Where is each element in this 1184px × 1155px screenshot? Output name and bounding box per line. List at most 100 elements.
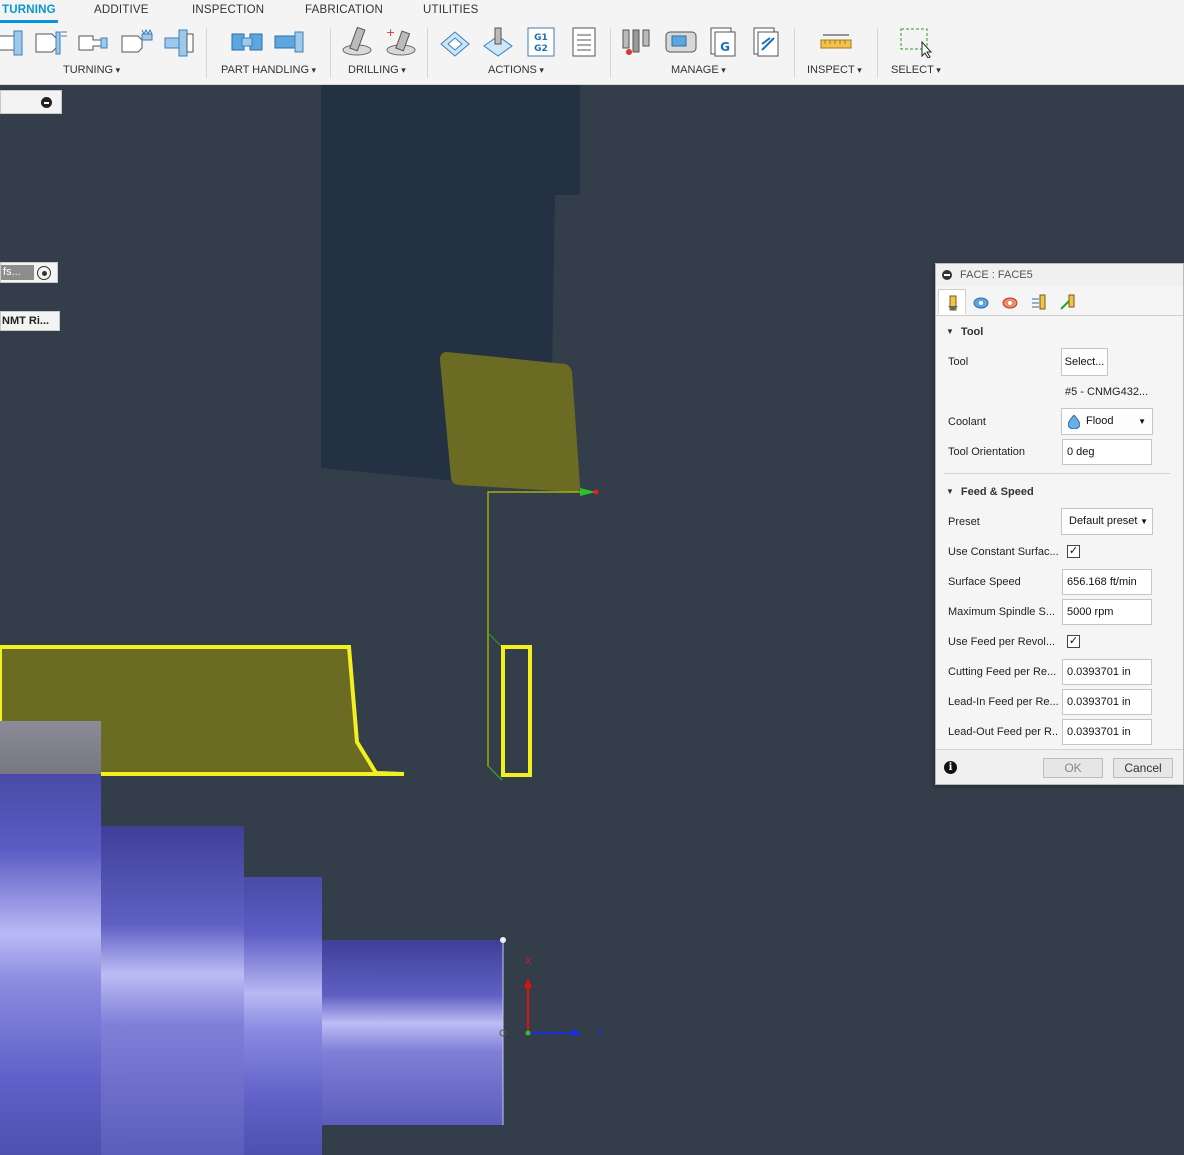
setup-sheet-icon[interactable]	[567, 26, 601, 58]
turning-face-icon[interactable]	[34, 26, 68, 58]
group-label-manage[interactable]: MANAGE	[671, 64, 726, 76]
ok-button[interactable]: OK	[1043, 758, 1103, 778]
tool-library-icon[interactable]	[621, 26, 655, 58]
feed-per-revolution-checkbox[interactable]: ✓	[1067, 635, 1080, 648]
tab-turning[interactable]: TURNING	[2, 4, 56, 16]
tool-orientation-input[interactable]: 0 deg	[1062, 439, 1152, 465]
water-drop-icon	[1068, 415, 1080, 429]
turning-thread-icon[interactable]	[120, 26, 154, 58]
post-library-icon[interactable]: G	[707, 26, 741, 58]
info-icon[interactable]: i	[944, 761, 957, 774]
lead-in-path	[487, 632, 503, 648]
dialog-tabs	[936, 286, 1183, 316]
geometry-tab-icon	[973, 297, 989, 309]
tool-orientation-label: Tool Orientation	[948, 446, 1026, 458]
machine-library-icon[interactable]	[664, 26, 698, 58]
max-spindle-speed-input[interactable]: 5000 rpm	[1062, 599, 1152, 625]
max-spindle-speed-label: Maximum Spindle S...	[948, 606, 1055, 618]
turning-part-icon[interactable]	[163, 26, 197, 58]
passes-tab[interactable]	[1025, 289, 1053, 315]
radio-dot	[41, 270, 47, 276]
dropdown-arrow-icon: ▼	[1138, 417, 1146, 426]
generate-icon[interactable]	[481, 26, 515, 58]
section-feed-speed[interactable]: Feed & Speed	[946, 486, 1034, 498]
svg-text:+: +	[386, 26, 395, 39]
group-label-actions[interactable]: ACTIONS	[488, 64, 544, 76]
browser-panel-collapsed[interactable]	[0, 90, 62, 114]
select-window-icon[interactable]	[898, 26, 932, 58]
part-cylinder-2	[101, 826, 244, 1155]
coolant-value: Flood	[1086, 415, 1114, 427]
heights-tab[interactable]	[996, 289, 1024, 315]
setup-widget-label: fs...	[1, 265, 34, 280]
passes-tab-icon	[1032, 294, 1046, 310]
group-separator	[610, 28, 611, 78]
tool-widget[interactable]: NMT Ri...	[0, 311, 60, 331]
x-axis-label: X	[525, 956, 532, 967]
group-label-part-handling[interactable]: PART HANDLING	[221, 64, 316, 76]
turning-groove-icon[interactable]	[77, 26, 111, 58]
cutting-feed-label: Cutting Feed per Re...	[948, 666, 1057, 678]
dialog-title-bar[interactable]: FACE : FACE5	[936, 264, 1183, 286]
z-axis-label: Z	[597, 1028, 603, 1039]
group-label-inspect[interactable]: INSPECT	[807, 64, 862, 76]
turning-profile-icon[interactable]	[0, 26, 26, 58]
group-label-turning[interactable]: TURNING	[63, 64, 120, 76]
constant-surface-speed-label: Use Constant Surfac...	[948, 546, 1058, 558]
bar-pull-icon[interactable]	[273, 26, 307, 58]
collapse-icon-bar	[44, 102, 49, 104]
part-cylinder-1	[0, 774, 101, 1155]
triad-origin	[525, 1030, 531, 1036]
coolant-dropdown[interactable]: Flood ▼	[1061, 408, 1153, 435]
simulate-icon[interactable]	[438, 26, 472, 58]
preset-label: Preset	[948, 516, 980, 528]
tab-fabrication[interactable]: FABRICATION	[305, 4, 383, 16]
tool-widget-label: NMT Ri...	[2, 315, 50, 327]
group-separator	[794, 28, 795, 78]
template-library-icon[interactable]	[750, 26, 784, 58]
tab-utilities[interactable]: UTILITIES	[423, 4, 478, 16]
drill-add-icon[interactable]: +	[384, 26, 418, 58]
drill-icon[interactable]	[340, 26, 374, 58]
tool-label: Tool	[948, 356, 969, 368]
cancel-button[interactable]: Cancel	[1113, 758, 1173, 778]
face-stock-outline	[501, 645, 532, 777]
surface-speed-input[interactable]: 656.168 ft/min	[1062, 569, 1152, 595]
minimize-dialog-icon[interactable]	[942, 270, 952, 280]
cutting-feed-input[interactable]: 0.0393701 in	[1062, 659, 1152, 685]
preset-value: Default preset	[1069, 515, 1138, 527]
tab-additive[interactable]: ADDITIVE	[94, 4, 149, 16]
lead-in-feed-label: Lead-In Feed per Re...	[948, 696, 1058, 708]
geometry-tab[interactable]	[967, 289, 995, 315]
svg-text:G1: G1	[534, 33, 548, 43]
constant-surface-speed-checkbox[interactable]: ✓	[1067, 545, 1080, 558]
chuck-section	[0, 721, 101, 774]
setup-widget[interactable]: fs...	[0, 262, 58, 283]
group-separator	[427, 28, 428, 78]
lead-in-feed-input[interactable]: 0.0393701 in	[1062, 689, 1152, 715]
lead-out-feed-label: Lead-Out Feed per R...	[948, 726, 1058, 738]
dialog-footer: i OK Cancel	[936, 749, 1183, 784]
measure-icon[interactable]	[819, 26, 853, 58]
tool-tab[interactable]	[938, 289, 966, 315]
linking-tab-icon	[1060, 294, 1075, 310]
tab-inspection[interactable]: INSPECTION	[192, 4, 264, 16]
preset-dropdown[interactable]: Default preset ▼	[1061, 508, 1153, 535]
group-label-drilling[interactable]: DRILLING	[348, 64, 406, 76]
vertex-point	[500, 937, 506, 943]
group-separator	[330, 28, 331, 78]
tool-tab-icon	[948, 295, 958, 311]
group-label-select[interactable]: SELECT	[891, 64, 941, 76]
tool-name: #5 - CNMG432...	[1065, 386, 1149, 398]
lead-out-feed-input[interactable]: 0.0393701 in	[1062, 719, 1152, 745]
linking-tab[interactable]	[1054, 289, 1082, 315]
tool-tip-point	[593, 489, 599, 495]
section-tool[interactable]: Tool	[946, 326, 983, 338]
face-operation-dialog: FACE : FACE5 Tool Tool Select... #5 - CN…	[935, 263, 1184, 785]
post-process-icon[interactable]: G1 G2	[524, 26, 558, 58]
section-divider	[944, 473, 1170, 474]
part-transfer-icon[interactable]	[230, 26, 264, 58]
select-tool-button[interactable]: Select...	[1061, 348, 1108, 376]
ribbon-tabs: TURNING ADDITIVE INSPECTION FABRICATION …	[0, 0, 1184, 23]
part-cylinder-3	[244, 877, 322, 1155]
